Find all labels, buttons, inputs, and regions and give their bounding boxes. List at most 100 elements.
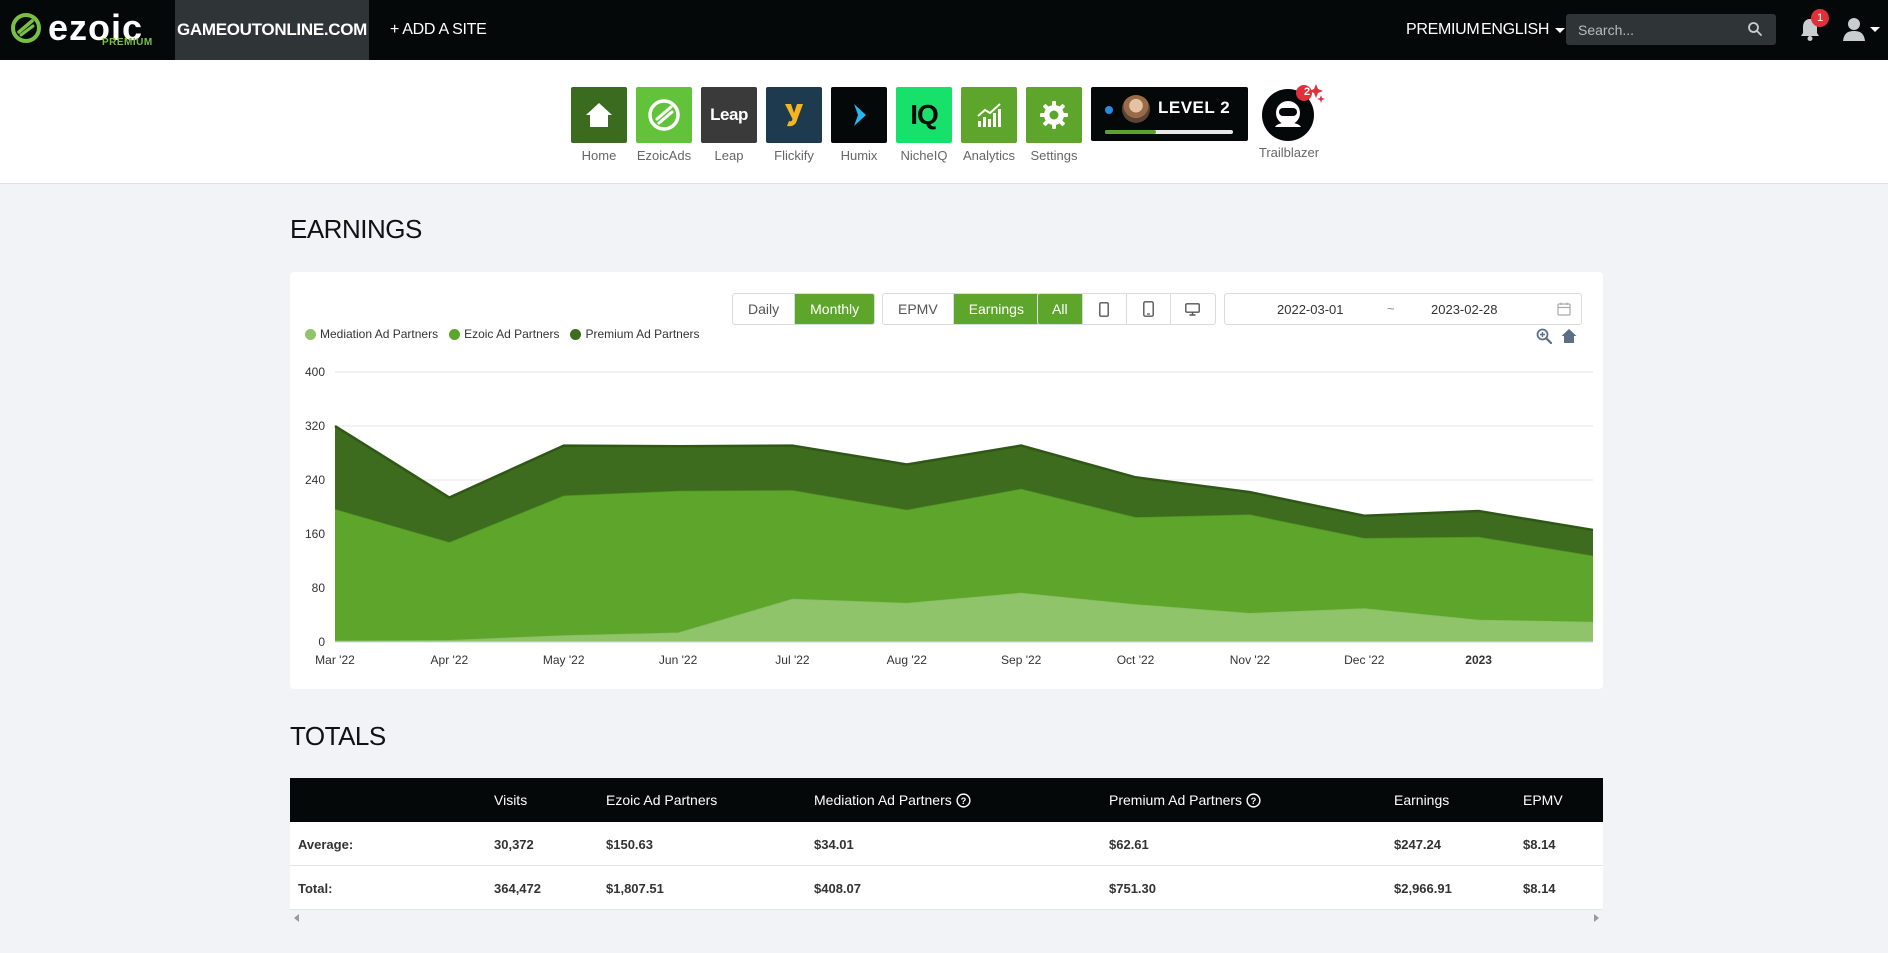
app-label: Settings (1030, 148, 1078, 163)
mobile-button[interactable] (1127, 294, 1171, 324)
all-devices-button[interactable]: All (1038, 294, 1083, 324)
x-tick-label: Sep '22 (1001, 653, 1042, 667)
desktop-button[interactable] (1171, 294, 1215, 324)
cell-visits: 364,472 (494, 880, 541, 896)
tablet-icon (1099, 301, 1109, 317)
legend-label: Premium Ad Partners (585, 327, 700, 341)
x-tick-label: Aug '22 (887, 653, 928, 667)
help-icon[interactable]: ? (956, 792, 971, 808)
x-tick-label: Jul '22 (775, 653, 810, 667)
app-home[interactable]: Home (571, 87, 627, 163)
legend-label: Mediation Ad Partners (320, 327, 439, 341)
premium-link[interactable]: PREMIUM (1406, 0, 1480, 60)
user-menu-chevron-icon[interactable] (1870, 27, 1880, 32)
app-humix[interactable]: Humix (831, 87, 887, 163)
app-tile (831, 87, 887, 143)
cell-premium: $62.61 (1109, 836, 1149, 852)
column-header-earnings: Earnings (1394, 778, 1449, 822)
date-to[interactable]: 2023-02-28 (1431, 302, 1498, 317)
tablet-button[interactable] (1083, 294, 1127, 324)
search-input[interactable] (1566, 14, 1776, 45)
legend-dot (305, 328, 316, 340)
cell-visits: 30,372 (494, 836, 534, 852)
app-leap[interactable]: Leap Leap (701, 87, 757, 163)
column-label: Visits (494, 792, 528, 808)
horizontal-scrollbar[interactable] (290, 910, 1603, 926)
app-tile (1026, 87, 1082, 143)
x-tick-label: Nov '22 (1230, 653, 1271, 667)
y-tick-label: 0 (318, 635, 325, 649)
app-tile (766, 87, 822, 143)
legend-item-ezoic[interactable]: Ezoic Ad Partners (449, 327, 559, 341)
legend-label: Ezoic Ad Partners (464, 327, 560, 341)
totals-title: TOTALS (290, 721, 386, 751)
level-indicator-icon (1105, 106, 1113, 114)
ezoic-logo[interactable]: ezoic PREMIUM (10, 6, 160, 52)
app-launcher-bar: Home EzoicAds Leap Leap Flickify Humix I… (0, 60, 1888, 184)
top-navbar: ezoic PREMIUM GAMEOUTONLINE.COM + ADD A … (0, 0, 1888, 60)
date-from[interactable]: 2022-03-01 (1277, 302, 1344, 317)
monthly-button[interactable]: Monthly (795, 294, 875, 324)
scroll-left-icon[interactable] (294, 914, 299, 922)
x-tick-label: Jun '22 (659, 653, 698, 667)
legend-dot (449, 328, 461, 340)
legend-item-premium[interactable]: Premium Ad Partners (570, 327, 700, 341)
humix-icon (854, 104, 866, 126)
user-icon[interactable] (1842, 16, 1866, 42)
chart-legend: Mediation Ad Partners Ezoic Ad Partners … (305, 327, 700, 341)
search-icon[interactable] (1747, 21, 1763, 37)
app-label: Trailblazer (1258, 145, 1320, 160)
chevron-down-icon (1555, 27, 1566, 33)
table-header: Visits Ezoic Ad Partners Mediation Ad Pa… (290, 778, 1603, 822)
reset-zoom-home-icon[interactable] (1561, 328, 1577, 344)
cell-ezoic: $150.63 (606, 836, 653, 852)
trailblazer-button[interactable]: 2 Trailblazer (1259, 84, 1325, 160)
app-analytics[interactable]: Analytics (961, 87, 1017, 163)
avatar (1122, 95, 1150, 123)
legend-item-mediation[interactable]: Mediation Ad Partners (305, 327, 438, 341)
daily-button[interactable]: Daily (733, 294, 796, 324)
cell-earnings: $2,966.91 (1394, 880, 1452, 896)
column-label: Premium Ad Partners (1109, 792, 1243, 808)
column-header-ezoic: Ezoic Ad Partners (606, 778, 717, 822)
astronaut-icon (1262, 84, 1325, 141)
date-range-picker[interactable]: 2022-03-01 ~ 2023-02-28 (1224, 293, 1582, 325)
column-header-epmv: EPMV (1523, 778, 1563, 822)
x-tick-label: Apr '22 (431, 653, 469, 667)
column-header-mediation: Mediation Ad Partners ? (814, 778, 971, 822)
add-site-link[interactable]: + ADD A SITE (390, 0, 487, 60)
zoom-in-icon[interactable] (1536, 328, 1552, 344)
app-nicheiq[interactable]: IQ NicheIQ (896, 87, 952, 163)
settings-icon (1040, 101, 1068, 129)
mobile-icon (1142, 301, 1154, 317)
app-flickify[interactable]: Flickify (766, 87, 822, 163)
scroll-right-icon[interactable] (1594, 914, 1599, 922)
cell-earnings: $247.24 (1394, 836, 1441, 852)
cell-mediation: $408.07 (814, 880, 861, 896)
site-selector[interactable]: GAMEOUTONLINE.COM (175, 0, 369, 60)
language-label: ENGLISH (1481, 21, 1550, 38)
level-progress-bar (1105, 130, 1233, 134)
column-header-premium: Premium Ad Partners ? (1109, 778, 1261, 822)
leap-tile-text: Leap (710, 105, 748, 124)
help-icon[interactable]: ? (1246, 792, 1261, 808)
app-tile (636, 87, 692, 143)
earnings-title: EARNINGS (290, 214, 422, 244)
nicheiq-icon: IQ (896, 87, 952, 143)
app-ezoicads[interactable]: EzoicAds (636, 87, 692, 163)
language-dropdown[interactable]: ENGLISH (1481, 0, 1566, 60)
earnings-button[interactable]: Earnings (953, 294, 1039, 324)
level-card[interactable]: LEVEL 2 (1091, 87, 1248, 141)
premium-badge: PREMIUM (102, 37, 153, 48)
ezoic-logo-icon (11, 13, 41, 43)
app-tile (571, 87, 627, 143)
cell-mediation: $34.01 (814, 836, 854, 852)
x-tick-label: May '22 (543, 653, 585, 667)
app-settings[interactable]: Settings (1026, 87, 1082, 163)
calendar-icon[interactable] (1557, 302, 1571, 316)
flickify-icon (785, 104, 803, 127)
legend-dot (570, 328, 582, 340)
x-tick-label: Oct '22 (1117, 653, 1155, 667)
trailblazer-badge: 2 (1303, 86, 1311, 98)
epmv-button[interactable]: EPMV (883, 294, 954, 324)
